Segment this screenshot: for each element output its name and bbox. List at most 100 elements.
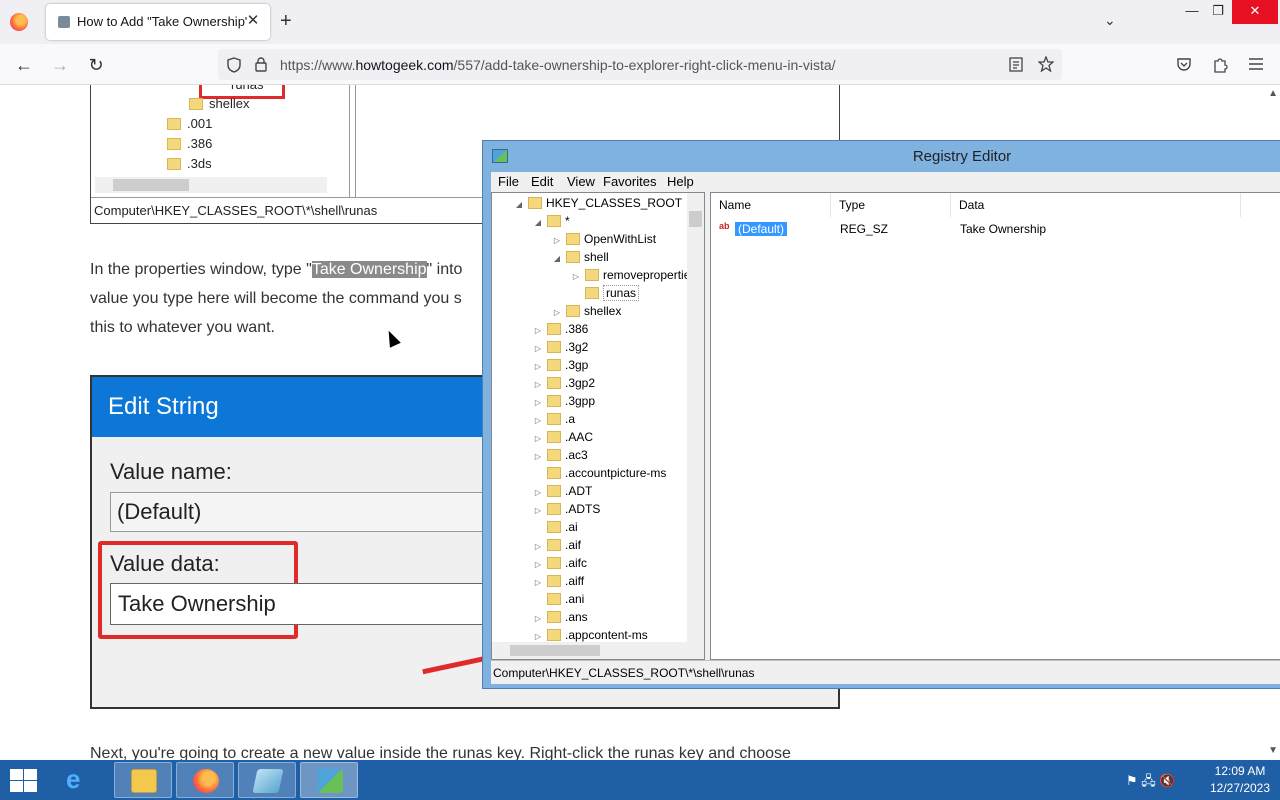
tree-node-label: .ai xyxy=(565,520,578,534)
collapse-icon[interactable]: ◢ xyxy=(514,196,524,214)
firefox-menu-icon[interactable] xyxy=(10,13,28,31)
extensions-icon[interactable] xyxy=(1212,56,1228,73)
clock-date[interactable]: 12/27/2023 xyxy=(1204,781,1276,795)
reader-view-icon[interactable] xyxy=(1009,57,1023,72)
url-prefix: https://www. xyxy=(280,57,356,73)
folder-icon xyxy=(547,395,561,407)
tree-node[interactable]: ▷ .3gp2 xyxy=(533,374,595,392)
column-data[interactable]: Data xyxy=(951,193,1241,217)
tree-node[interactable]: ▷ .386 xyxy=(533,320,588,338)
tree-node[interactable]: .ai xyxy=(533,518,578,536)
menu-edit[interactable]: Edit xyxy=(531,174,553,189)
forward-button[interactable]: → xyxy=(48,53,72,77)
site-favicon-icon xyxy=(58,16,70,28)
tree-node[interactable]: ▷ .3g2 xyxy=(533,338,588,356)
folder-icon xyxy=(547,593,561,605)
tree-node[interactable]: runas xyxy=(571,284,640,302)
tree-node[interactable]: ◢ HKEY_CLASSES_ROOT xyxy=(514,194,682,212)
scroll-up-icon[interactable]: ▲ xyxy=(1268,88,1278,99)
lock-icon[interactable] xyxy=(254,56,268,73)
menu-favorites[interactable]: Favorites xyxy=(603,174,656,189)
internet-explorer-taskbar-icon[interactable]: e xyxy=(52,762,110,798)
folder-icon xyxy=(547,521,561,533)
folder-icon xyxy=(528,197,542,209)
hamburger-menu-icon[interactable] xyxy=(1249,58,1263,70)
tree-node[interactable]: ▷ .aif xyxy=(533,536,581,554)
reload-button[interactable]: ↻ xyxy=(84,53,108,77)
tree-node[interactable]: ◢ shell xyxy=(552,248,609,266)
folder-icon xyxy=(547,323,561,335)
windows-logo-icon xyxy=(24,781,37,792)
maximize-button[interactable]: ❐ xyxy=(1203,0,1233,24)
column-name[interactable]: Name xyxy=(711,193,831,217)
scrollbar-thumb[interactable] xyxy=(689,211,702,227)
back-button[interactable]: ← xyxy=(12,53,36,77)
clock-time[interactable]: 12:09 AM xyxy=(1208,764,1272,778)
menu-help[interactable]: Help xyxy=(667,174,694,189)
folder-icon xyxy=(167,158,181,170)
tree-item: .001 xyxy=(187,116,213,131)
folder-icon xyxy=(547,629,561,641)
url-bar[interactable]: https://www.howtogeek.com/557/add-take-o… xyxy=(218,49,1062,80)
pane-divider xyxy=(355,85,356,197)
tree-node[interactable]: ▷ .ac3 xyxy=(533,446,588,464)
file-explorer-taskbar-icon[interactable] xyxy=(114,762,172,798)
tree-node-label: .ans xyxy=(565,610,588,624)
start-button[interactable] xyxy=(8,768,38,792)
tree-node[interactable]: ▷ .3gp xyxy=(533,356,588,374)
tree-vertical-scrollbar[interactable] xyxy=(687,193,704,659)
pocket-icon[interactable] xyxy=(1176,57,1192,72)
tree-node[interactable]: ▷ .aiff xyxy=(533,572,584,590)
shield-icon[interactable] xyxy=(226,57,242,73)
folder-icon xyxy=(131,769,157,793)
tree-node-label: .accountpicture-ms xyxy=(565,466,667,480)
key-tree[interactable]: ◢ HKEY_CLASSES_ROOT ◢ * ▷ OpenWithList ◢ shell ▷… xyxy=(491,192,705,660)
column-type[interactable]: Type xyxy=(831,193,951,217)
tree-node[interactable]: ▷ .ans xyxy=(533,608,588,626)
menu-view[interactable]: View xyxy=(567,174,595,189)
value-name[interactable]: (Default) xyxy=(735,220,788,238)
tree-node-label: .3g2 xyxy=(565,340,589,354)
tree-node[interactable]: ▷ .3gpp xyxy=(533,392,595,410)
tree-node[interactable]: .ani xyxy=(533,590,584,608)
tree-node[interactable]: ▷ .AAC xyxy=(533,428,593,446)
regedit-body: ◢ HKEY_CLASSES_ROOT ◢ * ▷ OpenWithList ◢ shell ▷… xyxy=(491,192,1280,660)
regedit-taskbar-icon[interactable] xyxy=(300,762,358,798)
values-list[interactable]: Name Type Data ab (Default) REG_SZ Take … xyxy=(710,192,1280,660)
bookmark-star-icon[interactable] xyxy=(1038,56,1054,72)
tree-node[interactable]: ▷ .ADTS xyxy=(533,500,600,518)
tree-horizontal-scrollbar[interactable] xyxy=(492,642,704,659)
tree-node[interactable]: ▷ removepropertie xyxy=(571,266,690,284)
menu-file[interactable]: File xyxy=(498,174,519,189)
scrollbar-thumb[interactable] xyxy=(510,645,600,656)
value-type[interactable]: REG_SZ xyxy=(840,220,888,238)
text-span: " into xyxy=(426,261,463,278)
tab-bar: How to Add "Take Ownership" ✕ + ⌄ — ❐ ✕ xyxy=(0,0,1280,44)
tree-node[interactable]: ▷ shellex xyxy=(552,302,621,320)
url-text[interactable]: https://www.howtogeek.com/557/add-take-o… xyxy=(280,57,836,73)
app-taskbar-icon[interactable] xyxy=(238,762,296,798)
tree-node[interactable]: ▷ OpenWithList xyxy=(552,230,656,248)
tab-close-icon[interactable]: ✕ xyxy=(244,12,262,30)
tab-howtogeek[interactable]: How to Add "Take Ownership" ✕ xyxy=(46,4,270,40)
tree-node-label: .AAC xyxy=(565,430,594,444)
scroll-down-icon[interactable]: ▼ xyxy=(1268,745,1278,756)
collapse-icon[interactable]: ◢ xyxy=(552,250,562,268)
collapse-icon[interactable]: ◢ xyxy=(533,214,543,232)
tree-node[interactable]: ◢ * xyxy=(533,212,570,230)
tree-node[interactable]: ▷ .aifc xyxy=(533,554,587,572)
close-window-button[interactable]: ✕ xyxy=(1232,0,1278,24)
value-data[interactable]: Take Ownership xyxy=(960,220,1046,238)
tree-node[interactable]: ▷ .ADT xyxy=(533,482,592,500)
windows-logo-icon xyxy=(10,781,23,792)
new-tab-button[interactable]: + xyxy=(280,10,292,32)
firefox-taskbar-icon[interactable] xyxy=(176,762,234,798)
registry-editor-window[interactable]: Registry Editor File Edit View Favorites… xyxy=(482,140,1280,689)
tree-node[interactable]: .accountpicture-ms xyxy=(533,464,666,482)
system-tray[interactable]: ⚑ 🖧 🔇 xyxy=(1126,772,1176,794)
folder-icon xyxy=(547,557,561,569)
tree-node[interactable]: ▷ .a xyxy=(533,410,575,428)
list-all-tabs-icon[interactable]: ⌄ xyxy=(1104,12,1116,29)
tree-node-label: .386 xyxy=(565,322,589,336)
paragraph: Next, you're going to create a new value… xyxy=(90,745,791,760)
